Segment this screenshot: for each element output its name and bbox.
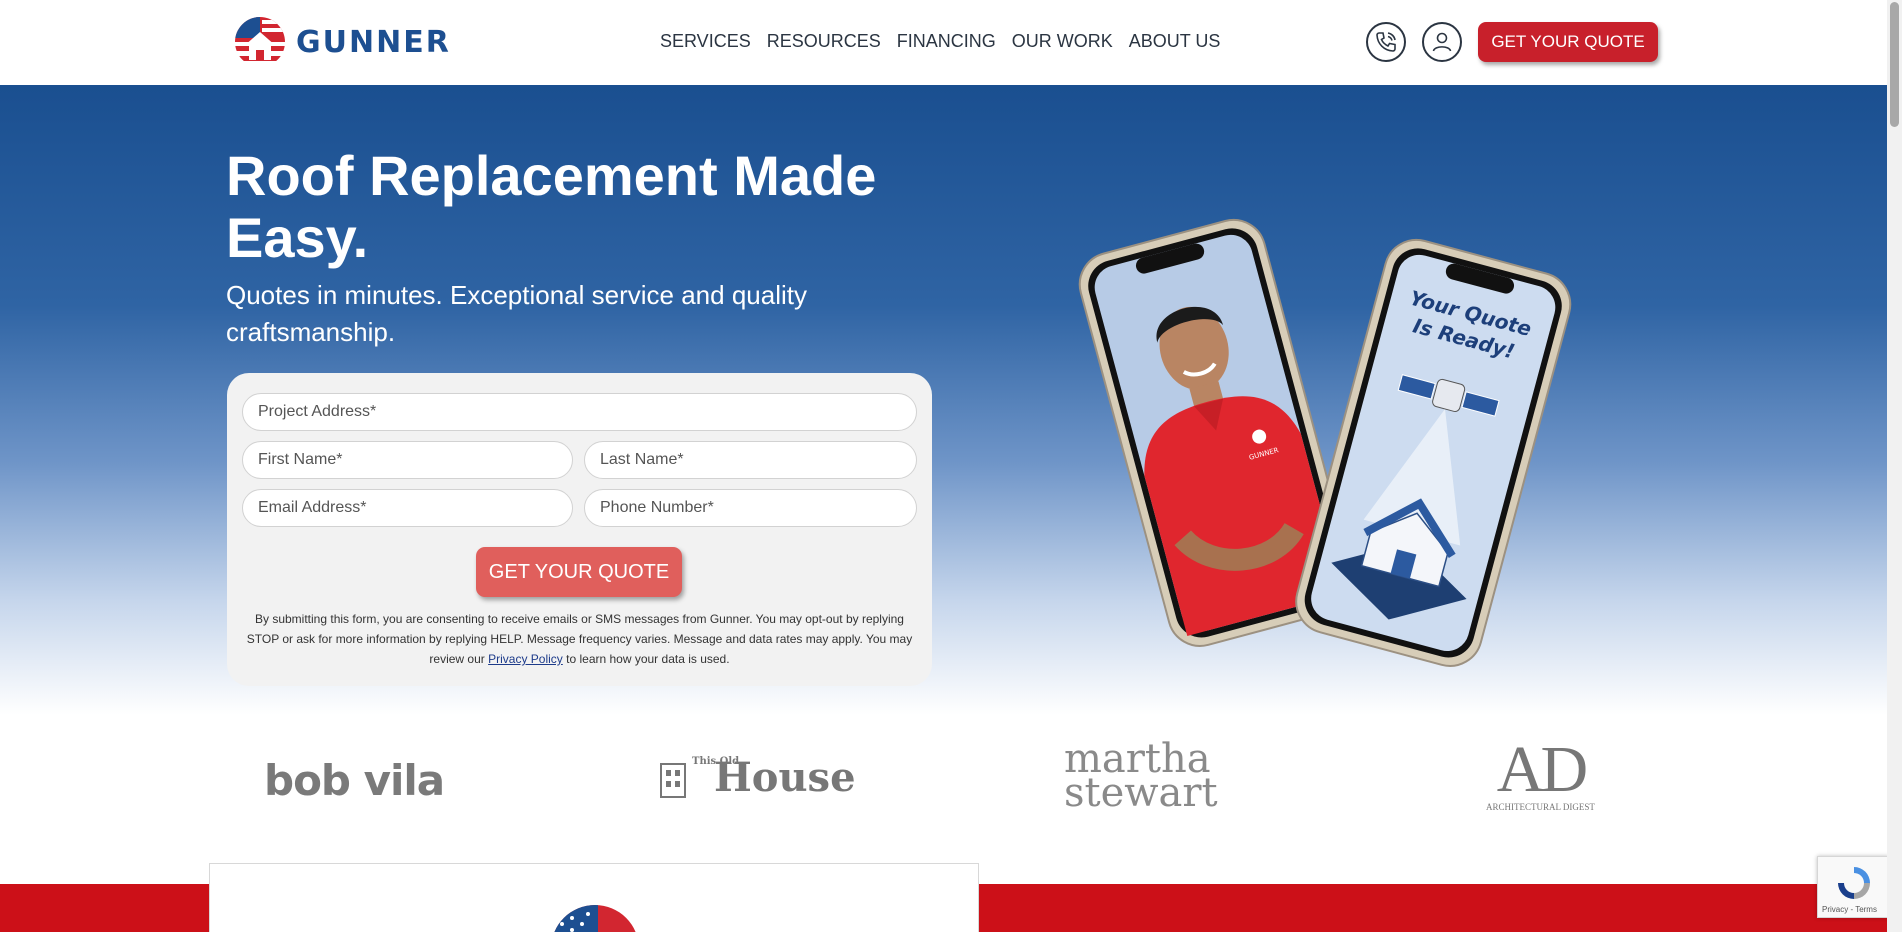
hero-subtitle: Quotes in minutes. Exceptional service a…: [226, 280, 807, 347]
site-header: GUNNER SERVICES RESOURCES FINANCING OUR …: [0, 0, 1887, 85]
get-quote-submit-button[interactable]: GET YOUR QUOTE: [476, 547, 682, 597]
first-name-input[interactable]: [242, 441, 573, 479]
nav-item-services[interactable]: SERVICES: [660, 31, 751, 52]
nav-item-financing[interactable]: FINANCING: [897, 31, 996, 52]
project-address-input[interactable]: [242, 393, 917, 431]
hero-section: Roof Replacement Made Easy. Quotes in mi…: [0, 85, 1887, 715]
martha-stewart-logo: martha stewart: [1064, 739, 1218, 816]
hero-title: Roof Replacement Made Easy.: [226, 144, 877, 269]
get-quote-header-button[interactable]: GET YOUR QUOTE: [1478, 22, 1658, 62]
main-nav: SERVICES RESOURCES FINANCING OUR WORK AB…: [660, 31, 1236, 52]
vertical-scrollbar[interactable]: [1887, 0, 1902, 932]
house-building-icon: [660, 763, 686, 798]
this-old-text: This Old: [692, 756, 740, 767]
phone-input[interactable]: [584, 489, 917, 527]
account-button[interactable]: [1422, 22, 1462, 62]
privacy-policy-link[interactable]: Privacy Policy: [488, 652, 563, 666]
nav-item-resources[interactable]: RESOURCES: [767, 31, 881, 52]
quote-form: GET YOUR QUOTE By submitting this form, …: [227, 373, 932, 686]
phone-button[interactable]: [1366, 22, 1406, 62]
phone-quote-ready: Your Quote Is Ready!: [1295, 238, 1572, 667]
recaptcha-privacy-terms[interactable]: Privacy - Terms: [1822, 905, 1877, 914]
last-name-input[interactable]: [584, 441, 917, 479]
gunner-logo[interactable]: GUNNER: [234, 16, 451, 68]
phone-icon: [1376, 32, 1396, 52]
gunner-logo-icon: [235, 17, 285, 67]
user-icon: [1432, 32, 1452, 52]
disclaimer-text-end: to learn how your data is used.: [562, 652, 730, 666]
bob-vila-logo: bob vila: [264, 756, 445, 805]
ad-letters: AD: [1496, 733, 1588, 806]
gunner-logo-icon-large: [551, 905, 639, 932]
email-input[interactable]: [242, 489, 573, 527]
architectural-digest-logo: AD ARCHITECTURAL DIGEST: [1486, 733, 1595, 813]
stewart-text: stewart: [1064, 770, 1218, 816]
recaptcha-badge[interactable]: Privacy - Terms: [1817, 856, 1889, 918]
consent-disclaimer: By submitting this form, you are consent…: [242, 609, 917, 669]
recaptcha-icon: [1838, 867, 1870, 899]
architectural-digest-text: ARCHITECTURAL DIGEST: [1486, 802, 1595, 812]
nav-item-about-us[interactable]: ABOUT US: [1129, 31, 1221, 52]
bottom-card: [209, 863, 979, 932]
nav-item-our-work[interactable]: OUR WORK: [1012, 31, 1113, 52]
phones-illustration: GUNNER Your Quote Is Ready!: [1078, 218, 1572, 667]
this-old-house-logo: This Old House: [660, 756, 856, 798]
brand-name: GUNNER: [296, 24, 451, 60]
scrollbar-thumb[interactable]: [1890, 2, 1899, 127]
